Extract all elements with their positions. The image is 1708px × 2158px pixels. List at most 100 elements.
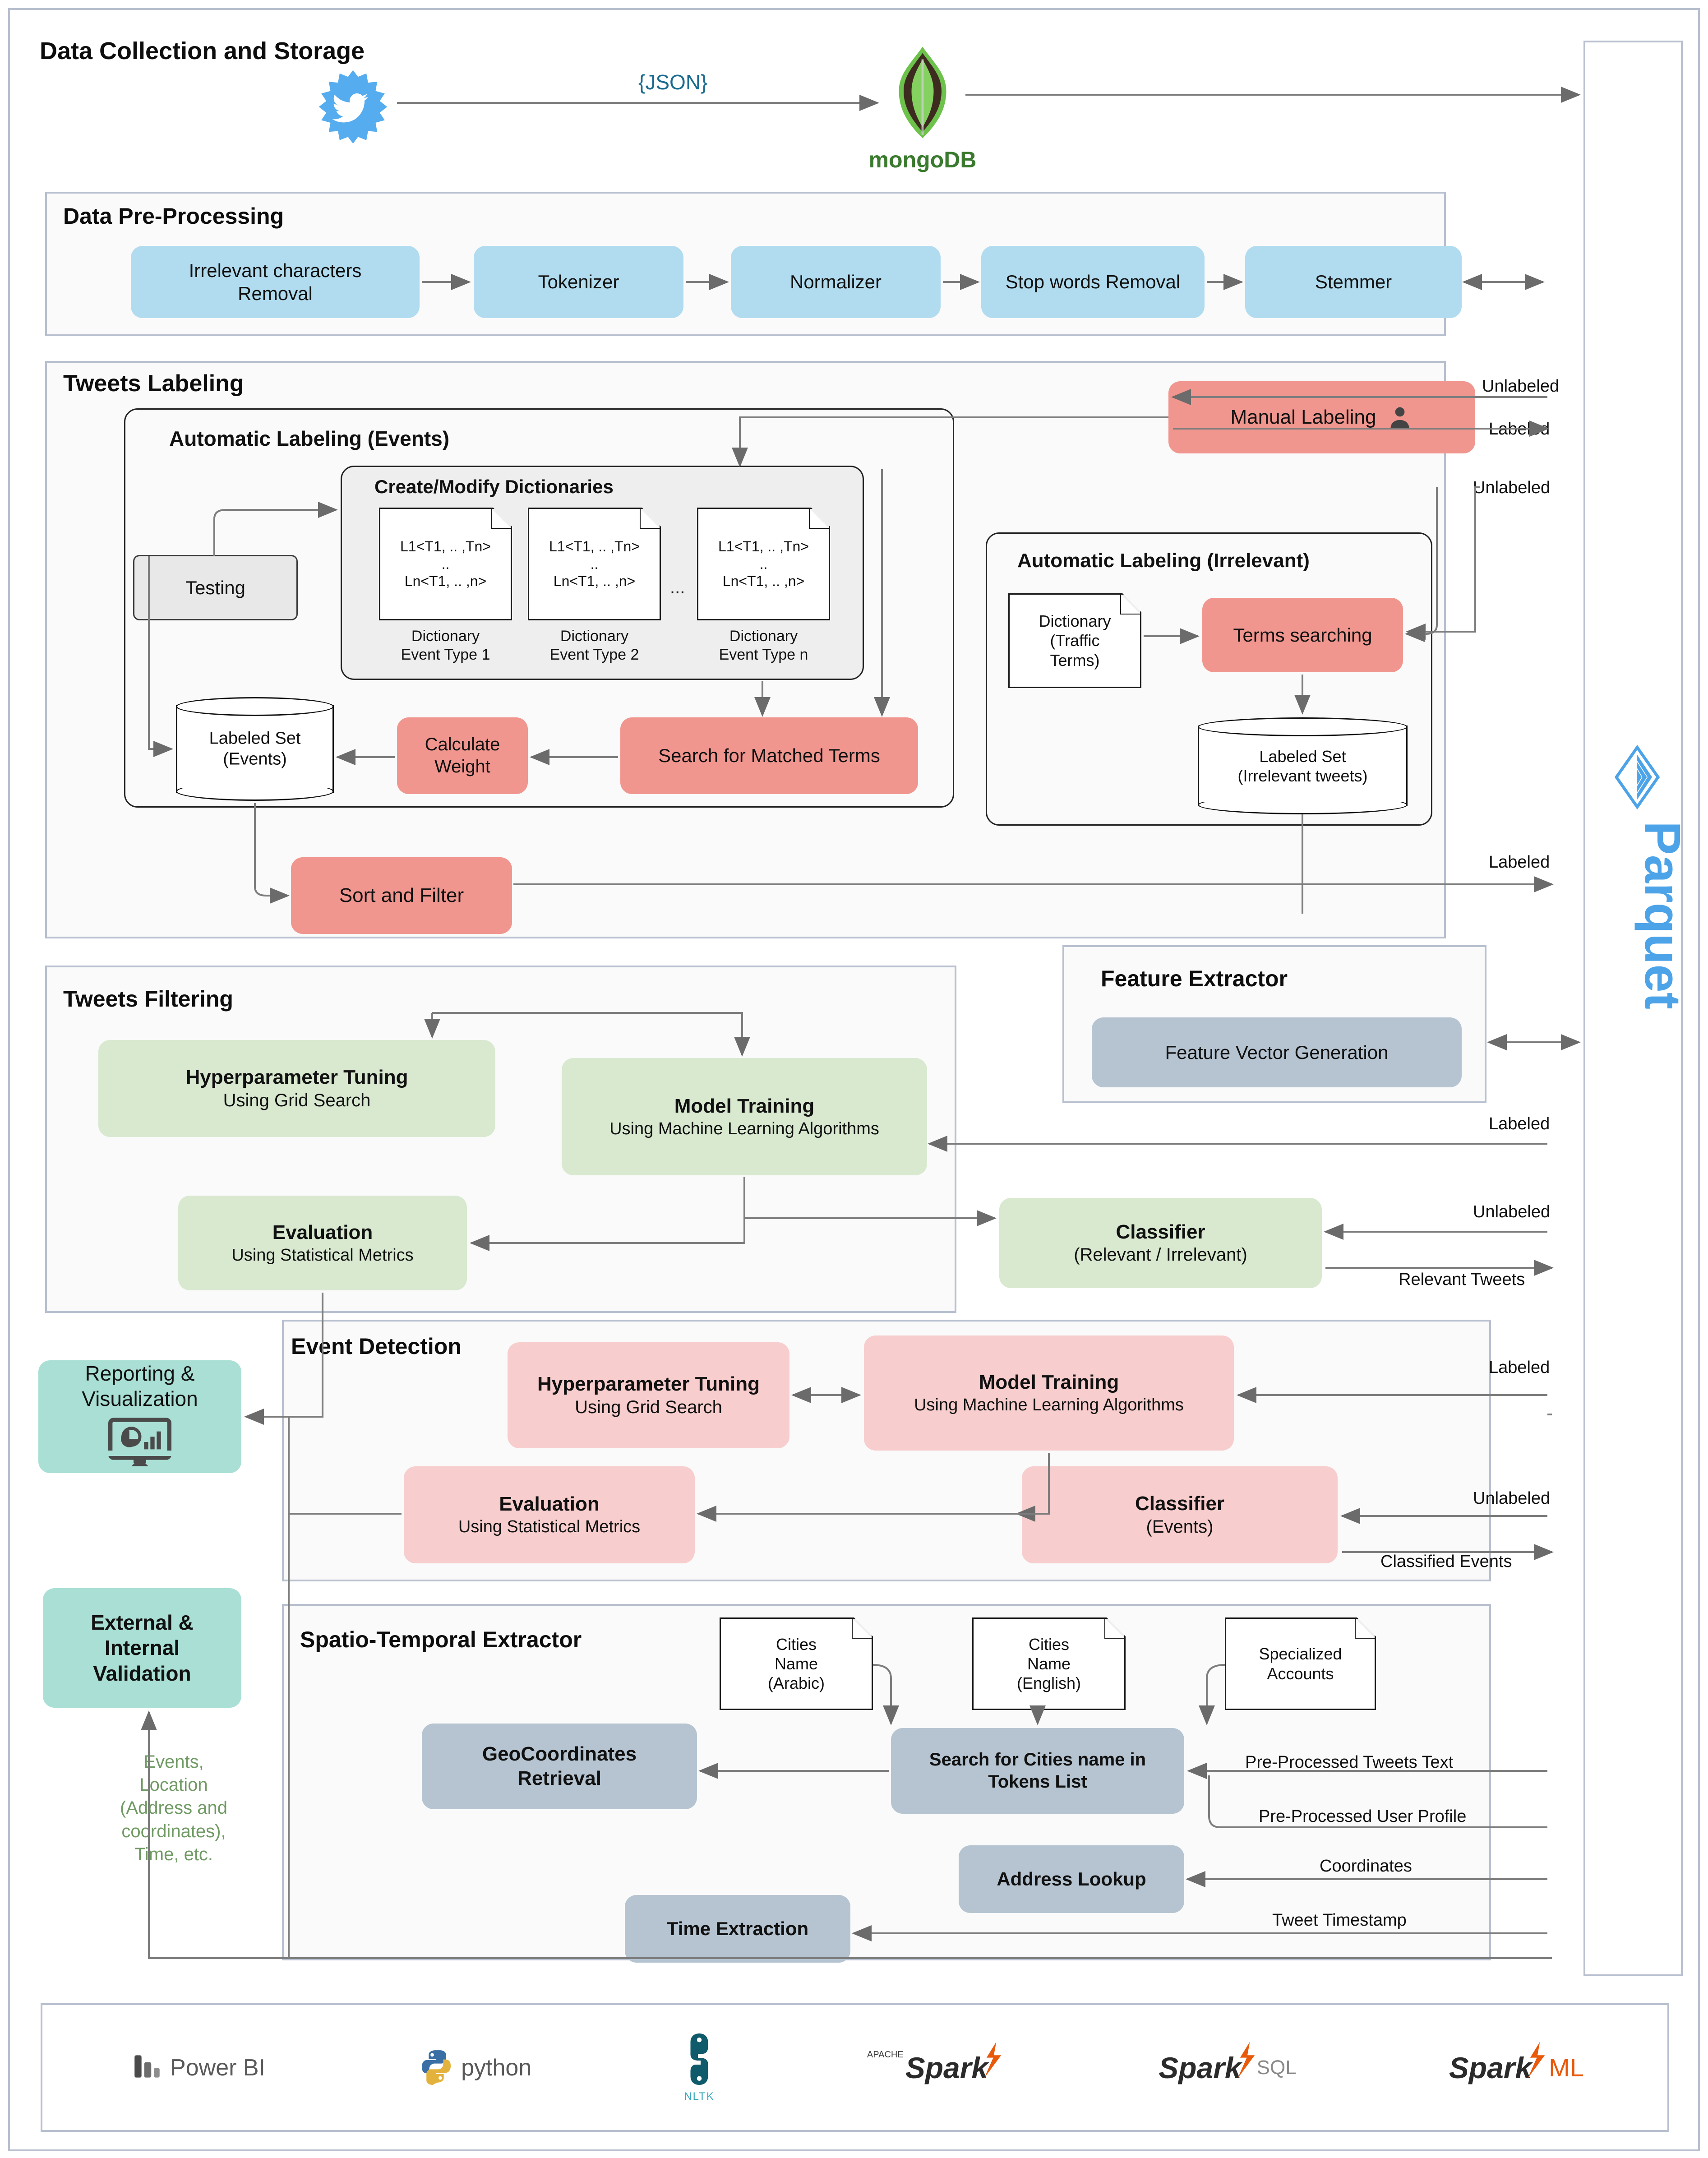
section-title-spatio-temporal: Spatio-Temporal Extractor bbox=[300, 1627, 582, 1652]
detection-evaluation-box[interactable]: Evaluation Using Statistical Metrics bbox=[404, 1466, 695, 1563]
filtering-mt-sub: Using Machine Learning Algorithms bbox=[609, 1119, 879, 1138]
tech-spark: APACHE Spark bbox=[867, 2042, 1006, 2093]
filtering-hpt-title: Hyperparameter Tuning bbox=[185, 1066, 408, 1089]
external-internal-validation-panel[interactable] bbox=[43, 1451, 241, 1456]
mongodb-icon bbox=[882, 45, 963, 140]
tech-bar: Power BI python NLTK APACHE Spark Spark … bbox=[54, 2003, 1660, 2132]
dictionary-doc-event-type-2[interactable]: L1<T1, .. ,Tn> .. Ln<T1, .. ,n> bbox=[528, 508, 661, 620]
apache-spark-icon bbox=[982, 2042, 1006, 2081]
tech-spark-ml-label: Spark bbox=[1449, 2051, 1532, 2084]
tech-nltk-label: NLTK bbox=[684, 2090, 715, 2103]
dictionary-caption-1: Dictionary Event Type 1 bbox=[401, 628, 490, 663]
architecture-diagram: Data Collection and Storage {JSON} mongo… bbox=[0, 0, 1708, 2158]
dictionary-doc-event-type-n[interactable]: L1<T1, .. ,Tn> .. Ln<T1, .. ,n> bbox=[697, 508, 830, 620]
edge-label-labeled-3: Labeled bbox=[1489, 1114, 1550, 1133]
tech-python: python bbox=[418, 2048, 531, 2087]
cities-name-english-doc[interactable]: Cities Name (English) bbox=[972, 1617, 1126, 1710]
detection-hyperparameter-tuning-box[interactable]: Hyperparameter Tuning Using Grid Search bbox=[508, 1342, 789, 1448]
tech-spark-sql-label: Spark bbox=[1159, 2051, 1242, 2084]
labeled-set-events-label: Labeled Set (Events) bbox=[209, 729, 301, 768]
preprocess-step-stemmer[interactable]: Stemmer bbox=[1245, 246, 1462, 318]
parquet-label-text: Parquet bbox=[1634, 821, 1691, 1009]
filtering-classifier-box[interactable]: Classifier (Relevant / Irrelevant) bbox=[999, 1198, 1322, 1288]
manual-labeling-box[interactable]: Manual Labeling bbox=[1168, 381, 1475, 453]
tech-power-bi-label: Power BI bbox=[170, 2054, 266, 2081]
dictionary-doc-event-type-1[interactable]: L1<T1, .. ,Tn> .. Ln<T1, .. ,n> bbox=[379, 508, 512, 620]
preprocess-step-normalizer[interactable]: Normalizer bbox=[731, 246, 941, 318]
dict-2-line2: Ln<T1, .. ,n> bbox=[553, 573, 636, 590]
detection-eval-title: Evaluation bbox=[499, 1493, 600, 1516]
detection-hpt-title: Hyperparameter Tuning bbox=[537, 1373, 760, 1396]
twitter-gear-icon bbox=[311, 67, 395, 150]
edge-label-labeled-1: Labeled bbox=[1489, 420, 1550, 439]
tech-spark-sql: Spark SQL bbox=[1159, 2042, 1297, 2093]
apache-spark-icon-sql bbox=[1235, 2042, 1260, 2081]
edge-label-unlabeled-3: Unlabeled bbox=[1473, 1202, 1551, 1221]
dict-n-dots: .. bbox=[759, 555, 768, 572]
specialized-accounts-doc[interactable]: Specialized Accounts bbox=[1225, 1617, 1376, 1710]
detection-clf-title: Classifier bbox=[1135, 1493, 1225, 1515]
time-extraction-box[interactable]: Time Extraction bbox=[625, 1895, 850, 1963]
edge-label-labeled-2: Labeled bbox=[1489, 853, 1550, 872]
section-title-tweets-labeling: Tweets Labeling bbox=[63, 370, 244, 397]
validation-output-note: Events, Location (Address and coordinate… bbox=[120, 1752, 227, 1864]
dictionary-traffic-terms-label: Dictionary (Traffic Terms) bbox=[1039, 612, 1111, 670]
filtering-clf-title: Classifier bbox=[1116, 1220, 1205, 1243]
json-label: {JSON} bbox=[638, 70, 708, 94]
testing-box[interactable]: Testing bbox=[133, 555, 298, 620]
preprocess-step-irrelevant-characters[interactable]: Irrelevant characters Removal bbox=[131, 246, 420, 318]
cities-name-arabic-doc[interactable]: Cities Name (Arabic) bbox=[720, 1617, 873, 1710]
preprocess-step-stopwords[interactable]: Stop words Removal bbox=[981, 246, 1205, 318]
search-matched-terms-box[interactable]: Search for Matched Terms bbox=[620, 717, 918, 794]
feature-vector-generation-box[interactable]: Feature Vector Generation bbox=[1092, 1017, 1462, 1087]
external-internal-validation-box-main[interactable]: External & Internal Validation bbox=[43, 1588, 241, 1708]
detection-eval-sub: Using Statistical Metrics bbox=[458, 1517, 641, 1537]
cities-arabic-label: Cities Name (Arabic) bbox=[767, 1635, 825, 1693]
dict-1-line1: L1<T1, .. ,Tn> bbox=[400, 538, 491, 555]
filtering-eval-sub: Using Statistical Metrics bbox=[231, 1245, 414, 1265]
address-lookup-box[interactable]: Address Lookup bbox=[959, 1845, 1184, 1913]
python-icon bbox=[418, 2048, 455, 2087]
tech-spark-sql-suffix: SQL bbox=[1256, 2056, 1297, 2079]
search-cities-in-tokens-box[interactable]: Search for Cities name in Tokens List bbox=[891, 1728, 1184, 1814]
filtering-mt-title: Model Training bbox=[674, 1095, 815, 1117]
section-title-feature-extractor: Feature Extractor bbox=[1101, 966, 1288, 991]
preprocess-step-tokenizer[interactable]: Tokenizer bbox=[474, 246, 683, 318]
section-title-event-detection: Event Detection bbox=[291, 1334, 462, 1359]
filtering-evaluation-box[interactable]: Evaluation Using Statistical Metrics bbox=[178, 1196, 467, 1290]
edge-label-relevant-tweets: Relevant Tweets bbox=[1399, 1270, 1525, 1289]
dict-2-dots: .. bbox=[590, 555, 599, 572]
dashboard-monitor-icon bbox=[106, 1417, 174, 1473]
edge-label-pre-processed-user-profile: Pre-Processed User Profile bbox=[1259, 1807, 1467, 1826]
labeled-set-irrelevant-db[interactable]: Labeled Set (Irrelevant tweets) bbox=[1198, 717, 1408, 814]
tech-spark-ml: Spark ML bbox=[1449, 2042, 1584, 2093]
geocoordinates-retrieval-box[interactable]: GeoCoordinates Retrieval bbox=[422, 1724, 697, 1809]
detection-clf-sub: (Events) bbox=[1146, 1516, 1214, 1537]
person-icon bbox=[1387, 403, 1413, 431]
subgroup-title-automatic-labeling-irrelevant: Automatic Labeling (Irrelevant) bbox=[1017, 550, 1310, 572]
filtering-model-training-box[interactable]: Model Training Using Machine Learning Al… bbox=[562, 1058, 927, 1175]
edge-label-classified-events: Classified Events bbox=[1380, 1552, 1512, 1571]
dictionary-ellipsis: ... bbox=[670, 578, 685, 597]
dict-n-line2: Ln<T1, .. ,n> bbox=[722, 573, 805, 590]
subgroup-title-create-modify-dictionaries: Create/Modify Dictionaries bbox=[374, 476, 614, 497]
manual-labeling-label: Manual Labeling bbox=[1230, 406, 1376, 429]
terms-searching-box[interactable]: Terms searching bbox=[1202, 598, 1403, 672]
tech-spark-apache-label: APACHE bbox=[867, 2050, 904, 2060]
detection-classifier-box[interactable]: Classifier (Events) bbox=[1022, 1466, 1338, 1563]
dictionary-traffic-terms-doc[interactable]: Dictionary (Traffic Terms) bbox=[1008, 593, 1141, 688]
calculate-weight-box[interactable]: Calculate Weight bbox=[397, 717, 528, 794]
edge-label-coordinates: Coordinates bbox=[1320, 1857, 1412, 1876]
filtering-hyperparameter-tuning-box[interactable]: Hyperparameter Tuning Using Grid Search bbox=[98, 1040, 495, 1137]
detection-mt-title: Model Training bbox=[979, 1371, 1119, 1394]
reporting-visualization-box[interactable]: Reporting & Visualization bbox=[38, 1360, 241, 1473]
tech-spark-label: Spark bbox=[905, 2051, 988, 2084]
dict-1-dots: .. bbox=[441, 555, 450, 572]
detection-model-training-box[interactable]: Model Training Using Machine Learning Al… bbox=[864, 1335, 1234, 1451]
labeled-set-events-db[interactable]: Labeled Set (Events) bbox=[176, 697, 334, 801]
tech-nltk: NLTK bbox=[684, 2032, 715, 2103]
dict-2-line1: L1<T1, .. ,Tn> bbox=[549, 538, 640, 555]
sort-and-filter-box[interactable]: Sort and Filter bbox=[291, 857, 512, 934]
dictionary-caption-2: Dictionary Event Type 2 bbox=[549, 628, 639, 663]
labeled-set-irrelevant-label: Labeled Set (Irrelevant tweets) bbox=[1237, 747, 1368, 785]
